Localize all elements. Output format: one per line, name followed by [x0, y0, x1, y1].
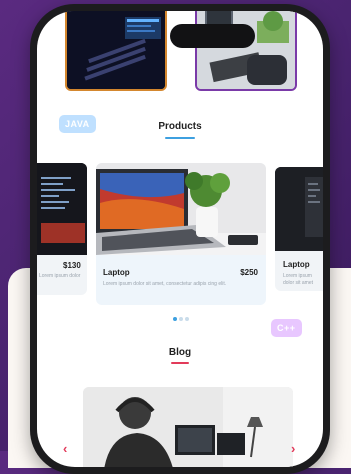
product-desc-right: Lorem ipsum dolor sit amet: [283, 273, 314, 286]
phone-frame: JAVA Products $130 Lorem ipsum dolor sit…: [30, 4, 330, 474]
products-title: Products: [158, 121, 202, 132]
blog-image[interactable]: [83, 387, 293, 467]
product-card-left[interactable]: $130 Lorem ipsum dolor sit amet, consect…: [37, 163, 87, 295]
carousel-dot[interactable]: [179, 317, 183, 321]
product-card-laptop[interactable]: Laptop $250 Lorem ipsum dolor sit amet, …: [96, 163, 266, 305]
product-desc-left: Lorem ipsum dolor sit amet, consectetur …: [39, 273, 81, 279]
carousel-dot-active[interactable]: [173, 317, 177, 321]
blog-next-arrow-icon[interactable]: ›: [291, 441, 295, 456]
blog-prev-arrow-icon[interactable]: ‹: [63, 441, 67, 456]
carousel-dot[interactable]: [185, 317, 189, 321]
product-desc-laptop: Lorem ipsum dolor sit amet, consectetur …: [103, 281, 227, 287]
product-price-laptop: $250: [240, 268, 258, 277]
product-title-right: Laptop: [283, 260, 310, 269]
product-image-laptop: [96, 163, 266, 255]
cpp-badge: C++: [271, 319, 302, 337]
products-title-underline: [165, 137, 195, 139]
blog-title: Blog: [168, 347, 192, 358]
phone-screen: JAVA Products $130 Lorem ipsum dolor sit…: [37, 11, 323, 467]
product-title-laptop: Laptop: [103, 268, 130, 277]
blog-title-underline: [171, 362, 189, 364]
product-image-left: [37, 163, 87, 255]
top-image-laptop-keyboard[interactable]: [65, 11, 167, 91]
phone-notch: [170, 24, 255, 48]
top-image-person-laptop[interactable]: [195, 11, 297, 91]
product-price-left: $130: [63, 261, 81, 270]
product-card-right[interactable]: Laptop Lorem ipsum dolor sit amet: [275, 167, 323, 291]
product-image-right: [275, 167, 323, 251]
